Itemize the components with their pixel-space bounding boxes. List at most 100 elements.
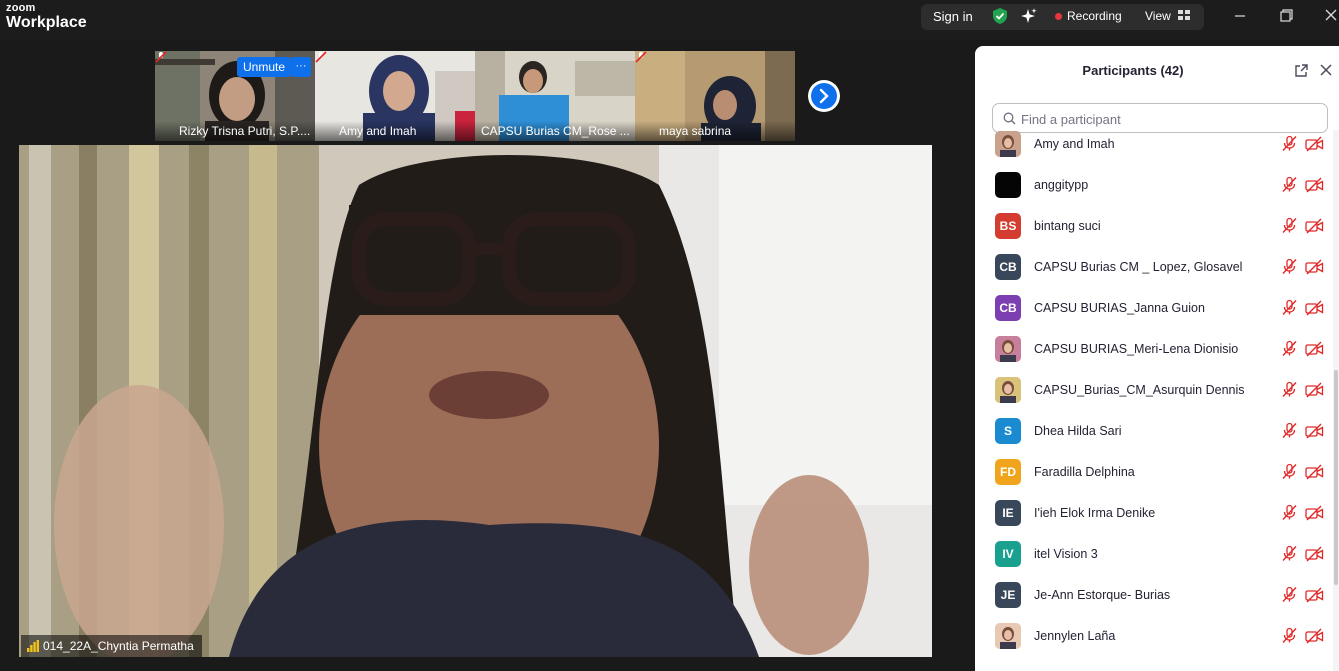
video-off-icon[interactable]: [1305, 259, 1324, 275]
video-tile[interactable]: maya sabrina: [635, 51, 795, 141]
participant-row[interactable]: CAPSU_Burias_CM_Asurquin Dennis: [975, 370, 1331, 411]
unmute-button[interactable]: Unmute: [237, 57, 292, 77]
recording-label[interactable]: Recording: [1067, 9, 1122, 23]
avatar: CB: [995, 295, 1021, 321]
participants-panel: Participants (42) Amy and Imah anggitypp B…: [975, 46, 1339, 671]
speaker-name: 014_22A_Chyntia Permatha: [43, 639, 194, 653]
active-speaker-video[interactable]: 014_22A_Chyntia Permatha: [19, 145, 932, 657]
mic-muted-icon[interactable]: [1281, 586, 1298, 603]
video-tile[interactable]: CAPSU Burias CM_Rose ...: [475, 51, 635, 141]
video-off-icon[interactable]: [1305, 382, 1324, 398]
mic-muted-icon[interactable]: [1281, 217, 1298, 234]
avatar-photo-image: [995, 131, 1021, 157]
participant-name: Faradilla Delphina: [1034, 465, 1135, 479]
mic-muted-icon[interactable]: [1281, 463, 1298, 480]
pop-out-icon[interactable]: [1293, 63, 1309, 79]
avatar-photo-image: [995, 623, 1021, 649]
mic-off-icon: [155, 51, 167, 63]
video-off-icon[interactable]: [1305, 218, 1324, 234]
tile-name: CAPSU Burias CM_Rose ...: [475, 121, 635, 141]
chevron-right-icon: [819, 88, 829, 104]
participant-name: itel Vision 3: [1034, 547, 1098, 561]
participant-row[interactable]: anggitypp: [975, 165, 1331, 206]
mic-muted-icon[interactable]: [1281, 504, 1298, 521]
ai-companion-icon[interactable]: [1020, 7, 1038, 25]
title-bar: zoom Workplace Sign in Recording View: [0, 0, 1339, 40]
mic-muted-icon[interactable]: [1281, 299, 1298, 316]
tile-name: maya sabrina: [635, 121, 795, 141]
video-off-icon[interactable]: [1305, 587, 1324, 603]
participant-row[interactable]: IE I'ieh Elok Irma Denike: [975, 493, 1331, 534]
avatar: FD: [995, 459, 1021, 485]
meeting-toolbar: [0, 657, 960, 671]
participant-name: CAPSU_Burias_CM_Asurquin Dennis: [1034, 383, 1245, 397]
participant-name: bintang suci: [1034, 219, 1101, 233]
more-options-button[interactable]: ···: [291, 57, 311, 77]
participant-row[interactable]: IV itel Vision 3: [975, 534, 1331, 575]
video-off-icon[interactable]: [1305, 628, 1324, 644]
mic-muted-icon[interactable]: [1281, 176, 1298, 193]
participant-row[interactable]: Amy and Imah: [975, 128, 1331, 165]
panel-header: Participants (42): [975, 46, 1339, 96]
video-strip: Unmute ··· Rizky Trisna Putri, S.P.... A…: [155, 51, 795, 141]
search-input[interactable]: [1019, 108, 1313, 130]
participant-name: CAPSU BURIAS_Meri-Lena Dionisio: [1034, 342, 1239, 356]
panel-scrollbar-thumb[interactable]: [1334, 370, 1338, 585]
mic-muted-icon[interactable]: [1281, 545, 1298, 562]
video-tile[interactable]: Unmute ··· Rizky Trisna Putri, S.P....: [155, 51, 315, 141]
participant-name: Amy and Imah: [1034, 137, 1115, 151]
close-panel-icon[interactable]: [1319, 63, 1333, 77]
close-icon[interactable]: [1318, 5, 1339, 27]
security-shield-icon[interactable]: [991, 7, 1009, 25]
participant-list: Amy and Imah anggitypp BS bintang suci CB CAP…: [975, 128, 1331, 671]
video-off-icon[interactable]: [1305, 300, 1324, 316]
participant-row[interactable]: FD Faradilla Delphina: [975, 452, 1331, 493]
grid-view-icon[interactable]: [1178, 10, 1190, 20]
mic-muted-icon[interactable]: [1281, 258, 1298, 275]
participant-row[interactable]: S Dhea Hilda Sari: [975, 411, 1331, 452]
participant-name: I'ieh Elok Irma Denike: [1034, 506, 1156, 520]
participant-row[interactable]: CB CAPSU BURIAS_Janna Guion: [975, 288, 1331, 329]
avatar-photo-image: [995, 377, 1021, 403]
video-off-icon[interactable]: [1305, 341, 1324, 357]
video-off-icon[interactable]: [1305, 177, 1324, 193]
minimize-icon[interactable]: [1227, 5, 1253, 27]
mic-muted-icon[interactable]: [1281, 627, 1298, 644]
brand-bottom: Workplace: [6, 14, 87, 31]
brand-top: zoom: [6, 2, 36, 14]
participant-row[interactable]: Jennylen Laña: [975, 616, 1331, 657]
participant-name: Dhea Hilda Sari: [1034, 424, 1122, 438]
mic-muted-icon[interactable]: [1281, 381, 1298, 398]
sign-in-button[interactable]: Sign in: [933, 9, 973, 24]
view-button[interactable]: View: [1145, 9, 1171, 23]
mic-muted-icon[interactable]: [1281, 340, 1298, 357]
video-tile[interactable]: Amy and Imah: [315, 51, 475, 141]
video-off-icon[interactable]: [1305, 505, 1324, 521]
participant-row[interactable]: BS bintang suci: [975, 206, 1331, 247]
avatar-photo: [995, 336, 1021, 362]
participant-name: Je-Ann Estorque- Burias: [1034, 588, 1171, 602]
video-off-icon[interactable]: [1305, 464, 1324, 480]
mic-muted-icon[interactable]: [1281, 135, 1298, 152]
participant-name: Jennylen Laña: [1034, 629, 1116, 643]
tile-name: Rizky Trisna Putri, S.P....: [155, 121, 315, 141]
participant-row[interactable]: CAPSU BURIAS_Meri-Lena Dionisio: [975, 329, 1331, 370]
participant-name: CAPSU BURIAS_Janna Guion: [1034, 301, 1205, 315]
avatar: IE: [995, 500, 1021, 526]
participant-row[interactable]: JE Je-Ann Estorque- Burias: [975, 575, 1331, 616]
mic-muted-icon[interactable]: [1281, 422, 1298, 439]
video-off-icon[interactable]: [1305, 136, 1324, 152]
zoom-workplace-logo: zoom Workplace: [6, 3, 87, 31]
next-page-button[interactable]: [808, 80, 840, 112]
avatar: BS: [995, 213, 1021, 239]
participant-row[interactable]: CB CAPSU Burias CM _ Lopez, Glosavel: [975, 247, 1331, 288]
panel-title: Participants (42): [1082, 63, 1184, 78]
video-off-icon[interactable]: [1305, 546, 1324, 562]
mic-off-icon: [635, 51, 647, 63]
avatar: S: [995, 418, 1021, 444]
search-icon: [1003, 112, 1016, 125]
video-off-icon[interactable]: [1305, 423, 1324, 439]
restore-icon[interactable]: [1273, 5, 1299, 27]
recording-dot-icon: [1055, 13, 1062, 20]
signal-strength-icon: [27, 640, 39, 652]
